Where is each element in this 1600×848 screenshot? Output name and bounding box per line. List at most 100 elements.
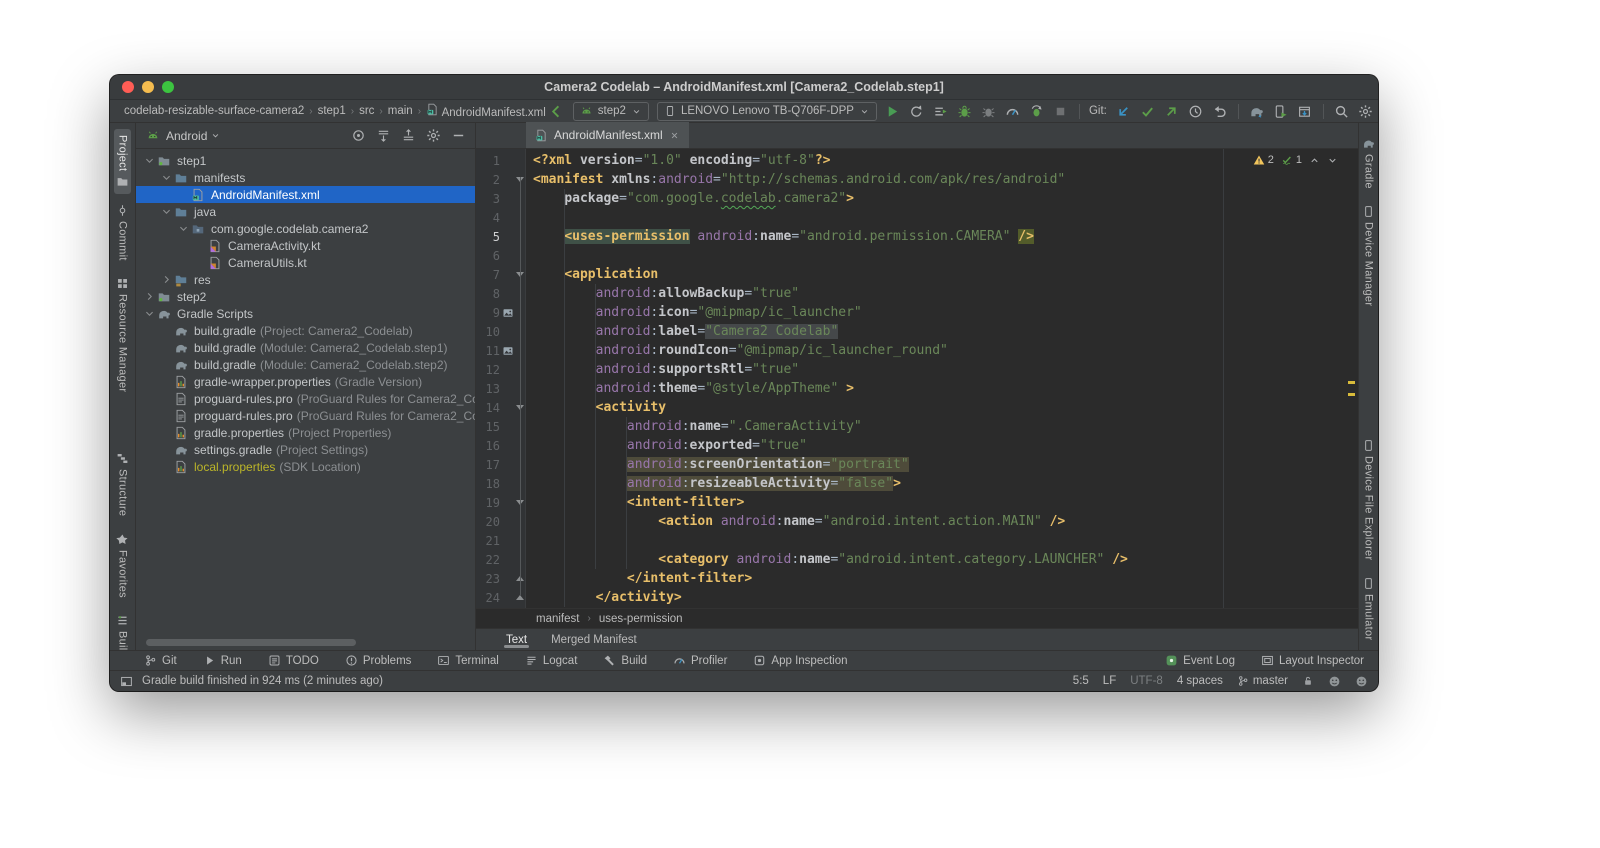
code-line[interactable]: <activity bbox=[533, 398, 1358, 417]
tree-item[interactable]: gradle-wrapper.properties (Gradle Version… bbox=[136, 373, 475, 390]
box-dl-button[interactable] bbox=[1294, 101, 1316, 121]
typos-indicator[interactable]: 1 bbox=[1281, 154, 1302, 166]
tree-chevron-right-icon[interactable] bbox=[159, 274, 173, 285]
elephant-sync-button[interactable] bbox=[1246, 101, 1268, 121]
code-line[interactable]: <category android:name="android.intent.c… bbox=[533, 550, 1358, 569]
gauge-button[interactable] bbox=[1002, 101, 1024, 121]
minimize-window-button[interactable] bbox=[142, 81, 154, 93]
tool-window-button-app-inspection[interactable]: App Inspection bbox=[753, 654, 848, 667]
xml-breadcrumb-item[interactable]: uses-permission bbox=[599, 613, 683, 625]
tree-item[interactable]: build.gradle (Module: Camera2_Codelab.ste… bbox=[136, 356, 475, 373]
bug-rerun-button[interactable] bbox=[1026, 101, 1048, 121]
tree-chevron-down-icon[interactable] bbox=[142, 155, 156, 166]
inspections-widget[interactable]: 21 bbox=[1253, 154, 1338, 166]
target-button[interactable] bbox=[347, 126, 369, 146]
collapse-all-button[interactable] bbox=[397, 126, 419, 146]
tool-window-button-build[interactable]: Build bbox=[603, 654, 647, 667]
tool-strip-tab-project[interactable]: Project bbox=[114, 129, 131, 195]
tree-item[interactable]: build.gradle (Project: Camera2_Codelab) bbox=[136, 322, 475, 339]
tree-item[interactable]: gradle.properties (Project Properties) bbox=[136, 424, 475, 441]
breadcrumb-item[interactable]: codelab-resizable-surface-camera2 bbox=[124, 105, 304, 117]
device-select[interactable]: LENOVO Lenovo TB-Q706F-DPP bbox=[656, 101, 877, 121]
tree-item[interactable]: local.properties (SDK Location) bbox=[136, 458, 475, 475]
tree-item[interactable]: java bbox=[136, 203, 475, 220]
git-branch-widget[interactable]: master bbox=[1237, 675, 1288, 687]
tree-item[interactable]: manifests bbox=[136, 169, 475, 186]
breadcrumb-item[interactable]: main bbox=[388, 105, 413, 117]
code-line[interactable]: android:supportsRtl="true" bbox=[533, 360, 1358, 379]
file-encoding[interactable]: UTF-8 bbox=[1130, 675, 1163, 687]
tool-strip-tab-gradle[interactable]: Gradle bbox=[1360, 131, 1377, 195]
code-line[interactable]: </intent-filter> bbox=[533, 569, 1358, 588]
breadcrumb-item[interactable]: step1 bbox=[318, 105, 346, 117]
code-line[interactable]: android:roundIcon="@mipmap/ic_launcher_r… bbox=[533, 341, 1358, 360]
code-line[interactable]: <uses-permission android:name="android.p… bbox=[533, 227, 1358, 246]
caret-position[interactable]: 5:5 bbox=[1073, 675, 1089, 687]
code-line[interactable]: android:exported="true" bbox=[533, 436, 1358, 455]
code-line[interactable]: <manifest xmlns:android="http://schemas.… bbox=[533, 170, 1358, 189]
editor-mode-tab-text[interactable]: Text bbox=[496, 629, 537, 650]
tool-strip-tab-commit[interactable]: Commit bbox=[114, 198, 131, 267]
code-line[interactable]: android:resizeableActivity="false"> bbox=[533, 474, 1358, 493]
code-line[interactable]: package="com.google.codelab.camera2"> bbox=[533, 189, 1358, 208]
code-line[interactable] bbox=[533, 246, 1358, 265]
tool-window-button-git[interactable]: Git bbox=[144, 654, 177, 667]
tree-chevron-right-icon[interactable] bbox=[142, 291, 156, 302]
check-button[interactable] bbox=[1137, 101, 1159, 121]
tool-window-button-layout-inspector[interactable]: Layout Inspector bbox=[1261, 654, 1364, 667]
breadcrumb-item[interactable]: AndroidManifest.xml bbox=[426, 103, 546, 119]
tree-item[interactable]: proguard-rules.pro (ProGuard Rules for Ca… bbox=[136, 407, 475, 424]
tool-window-toggle-icon[interactable] bbox=[120, 675, 133, 688]
ide-notification-indicator[interactable] bbox=[1355, 675, 1368, 688]
tree-item[interactable]: build.gradle (Module: Camera2_Codelab.ste… bbox=[136, 339, 475, 356]
tool-window-button-todo[interactable]: TODO bbox=[268, 654, 319, 667]
close-tab-icon[interactable] bbox=[669, 130, 680, 141]
navigate-back-button[interactable] bbox=[546, 101, 568, 121]
undo-button[interactable] bbox=[1209, 101, 1231, 121]
horizontal-scrollbar[interactable] bbox=[146, 639, 357, 646]
tree-item[interactable]: com.google.codelab.camera2 bbox=[136, 220, 475, 237]
tool-window-button-logcat[interactable]: Logcat bbox=[525, 654, 577, 667]
tool-strip-tab-device-manager[interactable]: Device Manager bbox=[1360, 199, 1377, 312]
tree-item[interactable]: AndroidManifest.xml bbox=[136, 186, 475, 203]
tool-strip-tab-favorites[interactable]: Favorites bbox=[114, 527, 131, 604]
arrow-dl-button[interactable] bbox=[1113, 101, 1135, 121]
line-ending[interactable]: LF bbox=[1103, 675, 1116, 687]
tool-strip-tab-emulator[interactable]: Emulator bbox=[1360, 571, 1377, 646]
bug-button[interactable] bbox=[954, 101, 976, 121]
clock-button[interactable] bbox=[1185, 101, 1207, 121]
play-button[interactable] bbox=[882, 101, 904, 121]
expand-all-button[interactable] bbox=[372, 126, 394, 146]
tool-strip-tab-device-file-explorer[interactable]: Device File Explorer bbox=[1360, 433, 1377, 566]
zoom-window-button[interactable] bbox=[162, 81, 174, 93]
tool-window-button-problems[interactable]: Problems bbox=[345, 654, 411, 667]
editor-tab[interactable]: AndroidManifest.xml bbox=[526, 122, 689, 148]
code-line[interactable] bbox=[533, 208, 1358, 227]
tree-item[interactable]: CameraUtils.kt bbox=[136, 254, 475, 271]
gear-button[interactable] bbox=[422, 126, 444, 146]
breadcrumb-item[interactable]: src bbox=[359, 105, 374, 117]
code-line[interactable]: </activity> bbox=[533, 588, 1358, 607]
tree-item[interactable]: Gradle Scripts bbox=[136, 305, 475, 322]
tree-item[interactable]: settings.gradle (Project Settings) bbox=[136, 441, 475, 458]
tree-item[interactable]: step2 bbox=[136, 288, 475, 305]
minus-button[interactable] bbox=[447, 126, 469, 146]
warnings-indicator[interactable]: 2 bbox=[1253, 154, 1274, 166]
next-highlight-button[interactable] bbox=[1327, 155, 1338, 166]
tree-chevron-down-icon[interactable] bbox=[176, 223, 190, 234]
tool-window-button-run[interactable]: Run bbox=[203, 654, 242, 667]
code-line[interactable]: android:allowBackup="true" bbox=[533, 284, 1358, 303]
close-window-button[interactable] bbox=[122, 81, 134, 93]
phone-green-button[interactable] bbox=[1270, 101, 1292, 121]
apply-code-button[interactable] bbox=[930, 101, 952, 121]
gear-button[interactable] bbox=[1355, 101, 1377, 121]
tool-strip-tab-resource-manager[interactable]: Resource Manager bbox=[114, 271, 131, 398]
code-line[interactable]: <intent-filter> bbox=[533, 493, 1358, 512]
code-line[interactable]: android:name=".CameraActivity" bbox=[533, 417, 1358, 436]
tool-window-button-terminal[interactable]: Terminal bbox=[437, 654, 499, 667]
xml-breadcrumb-item[interactable]: manifest bbox=[536, 613, 579, 625]
editor-mode-tab-merged-manifest[interactable]: Merged Manifest bbox=[541, 629, 647, 650]
indent-setting[interactable]: 4 spaces bbox=[1177, 675, 1223, 687]
tool-strip-tab-structure[interactable]: Structure bbox=[114, 446, 131, 522]
editor-body[interactable]: 1 2 3 4 5 6 7 8 9 10 11 12 13 14 15 16 17 18 19 20 21 22 23 24 … bbox=[476, 149, 1358, 608]
